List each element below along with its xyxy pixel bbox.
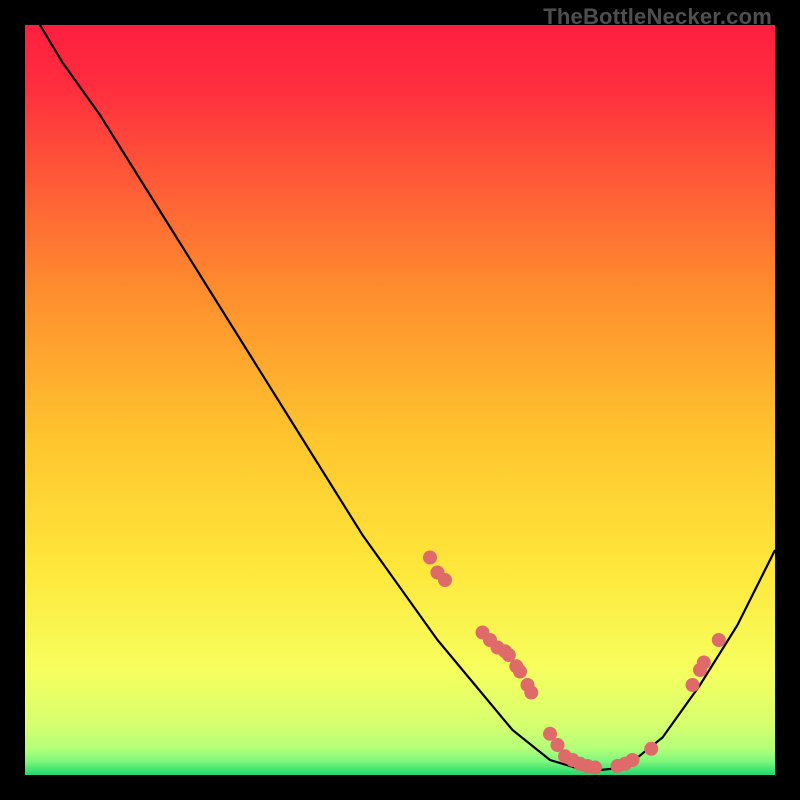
chart-frame — [25, 25, 775, 775]
chart-svg — [25, 25, 775, 775]
data-point — [697, 656, 711, 670]
watermark-text: TheBottleNecker.com — [543, 4, 772, 30]
data-point — [712, 633, 726, 647]
data-point — [588, 761, 602, 775]
data-point — [686, 678, 700, 692]
data-point — [644, 742, 658, 756]
data-point — [513, 665, 527, 679]
data-point — [423, 551, 437, 565]
gradient-background — [25, 25, 775, 775]
data-point — [524, 686, 538, 700]
data-point — [626, 753, 640, 767]
data-point — [438, 573, 452, 587]
